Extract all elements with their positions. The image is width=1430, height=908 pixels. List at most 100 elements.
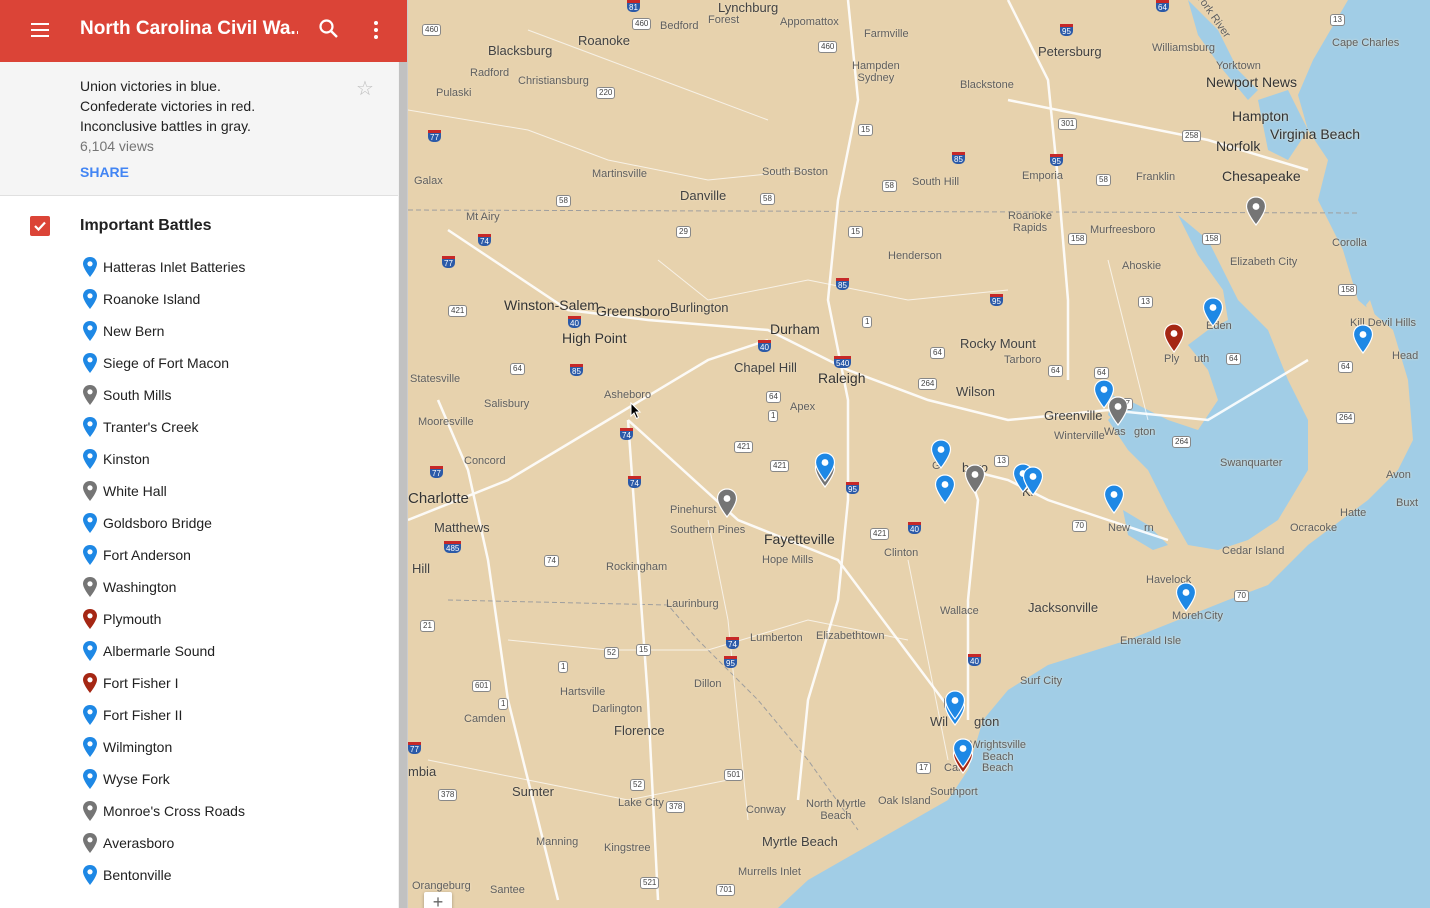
battle-marker-icon[interactable]	[944, 690, 966, 720]
battle-marker-icon[interactable]	[1163, 323, 1185, 353]
battle-list-item[interactable]: Fort Fisher I	[80, 672, 380, 696]
place-label: Blacksburg	[488, 43, 553, 58]
route-shield: 158	[1338, 284, 1358, 296]
battle-list-item[interactable]: Fort Fisher II	[80, 704, 380, 728]
route-shield: 70	[1072, 520, 1087, 532]
battle-list-item[interactable]: Kinston	[80, 448, 380, 472]
star-icon[interactable]: ☆	[356, 76, 374, 101]
zoom-in-button[interactable]: +	[424, 892, 452, 908]
battle-list-item[interactable]: Hatteras Inlet Batteries	[80, 256, 380, 280]
battle-list-item[interactable]: Albermarle Sound	[80, 640, 380, 664]
location-pin-icon	[82, 256, 98, 283]
battle-marker-icon[interactable]	[1352, 324, 1374, 354]
route-shield: 13	[994, 455, 1009, 467]
battle-list-item[interactable]: New Bern	[80, 320, 380, 344]
place-label: Martinsville	[592, 168, 648, 180]
place-label: Florence	[614, 723, 665, 738]
place-label: Southern Pines	[670, 524, 746, 536]
battle-marker-icon[interactable]	[1245, 196, 1267, 226]
share-button[interactable]: SHARE	[80, 164, 129, 180]
route-shield: 21	[420, 620, 435, 632]
battle-list-item[interactable]: Plymouth	[80, 608, 380, 632]
place-label: Hartsville	[560, 686, 606, 698]
more-options-icon[interactable]	[366, 18, 386, 42]
place-label: Chapel Hill	[734, 360, 797, 375]
battle-name: Washington	[103, 579, 177, 595]
place-label: Salisbury	[484, 398, 530, 410]
interstate-shield: 77	[442, 256, 455, 268]
scrollbar-thumb[interactable]	[399, 62, 407, 908]
place-label: uth	[1194, 353, 1210, 365]
battle-marker-icon[interactable]	[1107, 396, 1129, 426]
place-label: Mooresville	[418, 416, 474, 428]
route-shield: 17	[916, 762, 931, 774]
place-label: Ply	[1164, 353, 1180, 365]
interstate-shield: 81	[627, 0, 640, 12]
battle-name: Monroe's Cross Roads	[103, 803, 245, 819]
battle-marker-icon[interactable]	[814, 452, 836, 482]
menu-icon[interactable]	[28, 19, 52, 43]
interstate-shield: 40	[908, 522, 921, 534]
battle-list-item[interactable]: Wilmington	[80, 736, 380, 760]
place-label: Asheboro	[604, 389, 652, 401]
battle-marker-icon[interactable]	[1103, 484, 1125, 514]
place-label: High Point	[562, 330, 627, 346]
battle-marker-icon[interactable]	[964, 464, 986, 494]
battle-marker-icon[interactable]	[930, 439, 952, 469]
battle-marker-icon[interactable]	[934, 474, 956, 504]
place-label: Danville	[680, 188, 727, 203]
battle-name: Tranter's Creek	[103, 419, 199, 435]
battle-name: Albermarle Sound	[103, 643, 216, 659]
battle-list-item[interactable]: Goldsboro Bridge	[80, 512, 380, 536]
location-pin-icon	[82, 384, 98, 411]
place-label: Emporia	[1022, 170, 1063, 182]
description-line: Confederate victories in red.	[80, 98, 256, 114]
interstate-shield: 74	[478, 234, 491, 246]
search-icon[interactable]	[318, 18, 340, 40]
map-canvas[interactable]: Lynchburg Forest Bedford Appomattox Farm…	[408, 0, 1430, 908]
battle-list-item[interactable]: Washington	[80, 576, 380, 600]
interstate-shield: 40	[968, 654, 981, 666]
route-shield: 460	[422, 24, 442, 36]
route-shield: 421	[770, 460, 790, 472]
place-label: Mt Airy	[466, 211, 500, 223]
battle-list-item[interactable]: Fort Anderson	[80, 544, 380, 568]
mouse-cursor-icon	[630, 402, 642, 420]
battle-list-item[interactable]: White Hall	[80, 480, 380, 504]
battle-marker-icon[interactable]	[716, 488, 738, 518]
battle-list-item[interactable]: Siege of Fort Macon	[80, 352, 380, 376]
place-label: Raleigh	[818, 370, 866, 386]
battle-marker-icon[interactable]	[1202, 297, 1224, 327]
battle-list-item[interactable]: South Mills	[80, 384, 380, 408]
place-label: Fayetteville	[764, 531, 835, 547]
battle-list-item[interactable]: Averasboro	[80, 832, 380, 856]
battle-name: Hatteras Inlet Batteries	[103, 259, 246, 275]
battle-list-item[interactable]: Bentonville	[80, 864, 380, 888]
place-label: Wrightsville Beach	[970, 739, 1027, 763]
battle-list-item[interactable]: Wyse Fork	[80, 768, 380, 792]
place-label: Petersburg	[1038, 44, 1102, 59]
place-label: Lake City	[618, 797, 664, 809]
route-shield: 421	[870, 528, 890, 540]
battle-marker-icon[interactable]	[1022, 466, 1044, 496]
interstate-shield: 74	[726, 637, 739, 649]
battle-list-item[interactable]: Tranter's Creek	[80, 416, 380, 440]
route-shield: 29	[676, 226, 691, 238]
route-shield: 460	[818, 41, 838, 53]
place-label: Emerald Isle	[1120, 635, 1182, 647]
route-shield: 264	[1172, 436, 1192, 448]
place-label: Farmville	[864, 28, 909, 40]
battle-marker-icon[interactable]	[1175, 582, 1197, 612]
battle-list-item[interactable]: Roanoke Island	[80, 288, 380, 312]
place-label: Rockingham	[606, 561, 668, 573]
interstate-shield: 485	[444, 541, 462, 553]
route-shield: 1	[768, 410, 779, 422]
location-pin-icon	[82, 736, 98, 763]
location-pin-icon	[82, 512, 98, 539]
battle-list-item[interactable]: Monroe's Cross Roads	[80, 800, 380, 824]
place-label: North Myrtle Beach	[806, 798, 866, 822]
battle-marker-icon[interactable]	[952, 738, 974, 768]
place-label: Rocky Mount	[960, 336, 1036, 351]
place-label: Ahoskie	[1122, 260, 1162, 272]
layer-checkbox[interactable]	[30, 216, 50, 236]
